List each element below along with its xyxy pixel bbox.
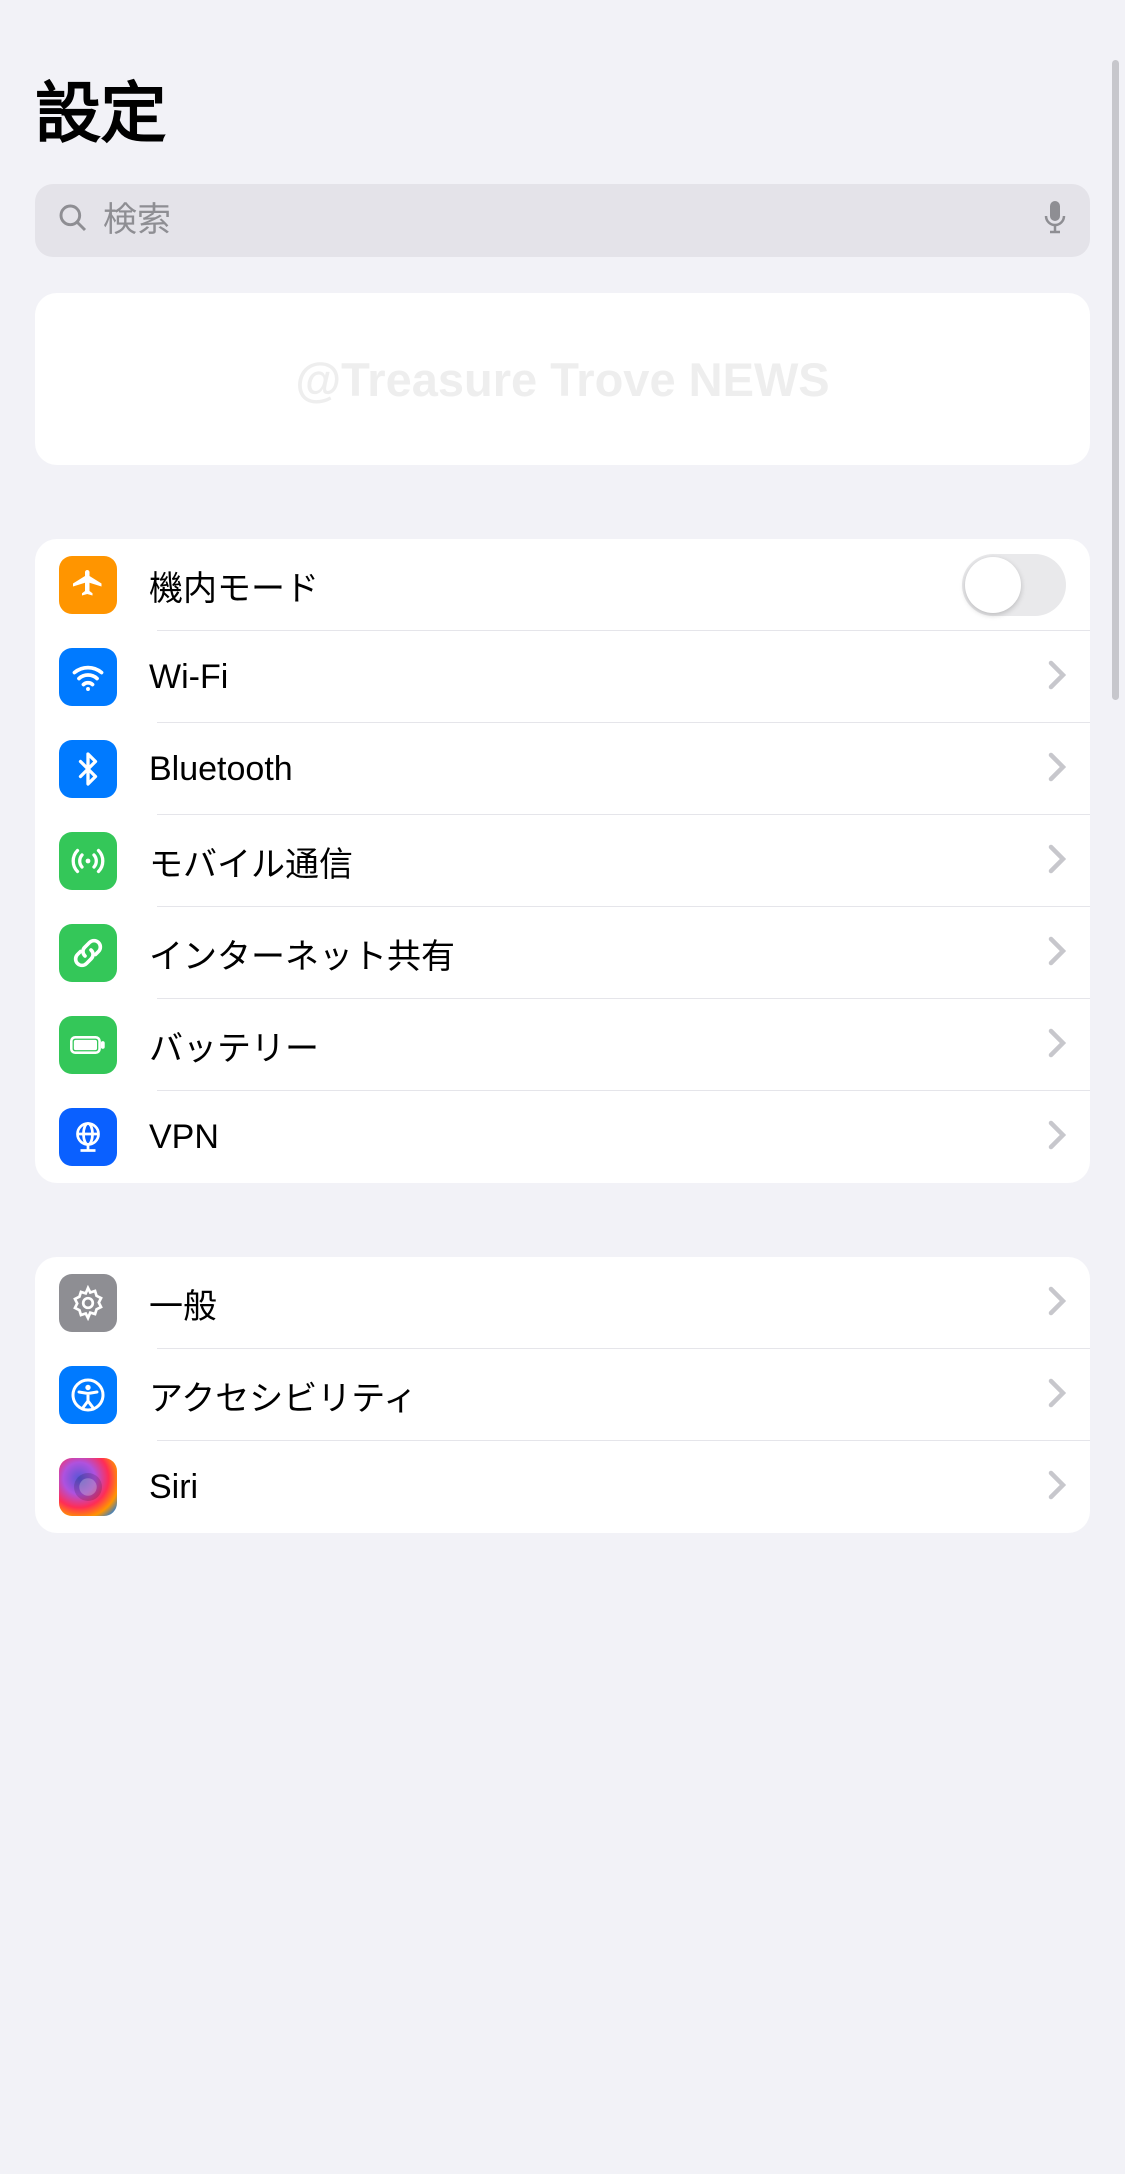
row-bluetooth[interactable]: Bluetooth (35, 723, 1090, 815)
chevron-right-icon (1048, 844, 1066, 879)
row-label: インターネット共有 (149, 929, 1048, 978)
chevron-right-icon (1048, 752, 1066, 787)
row-battery[interactable]: バッテリー (35, 999, 1090, 1091)
search-icon (57, 202, 103, 239)
row-label: アクセシビリティ (149, 1371, 1048, 1420)
search-input[interactable] (103, 201, 1042, 240)
row-cellular[interactable]: モバイル通信 (35, 815, 1090, 907)
row-accessibility[interactable]: アクセシビリティ (35, 1349, 1090, 1441)
antenna-icon (59, 832, 117, 890)
row-vpn[interactable]: VPN (35, 1091, 1090, 1183)
chevron-right-icon (1048, 1470, 1066, 1505)
wifi-icon (59, 648, 117, 706)
gear-icon (59, 1274, 117, 1332)
globe-icon (59, 1108, 117, 1166)
watermark-text: @Treasure Trove NEWS (295, 352, 829, 407)
row-label: Bluetooth (149, 750, 1048, 789)
row-personal-hotspot[interactable]: インターネット共有 (35, 907, 1090, 999)
settings-group-connectivity: 機内モード Wi-Fi (35, 539, 1090, 1183)
row-general[interactable]: 一般 (35, 1257, 1090, 1349)
scrollbar[interactable] (1112, 60, 1119, 700)
page-title: 設定 (35, 60, 1090, 156)
row-label: Siri (149, 1468, 1048, 1507)
profile-card[interactable]: @Treasure Trove NEWS (35, 293, 1090, 465)
chevron-right-icon (1048, 936, 1066, 971)
bluetooth-icon (59, 740, 117, 798)
chevron-right-icon (1048, 1028, 1066, 1063)
row-label: 機内モード (149, 561, 962, 610)
row-label: 一般 (149, 1279, 1048, 1328)
chevron-right-icon (1048, 1120, 1066, 1155)
row-label: VPN (149, 1118, 1048, 1157)
airplane-icon (59, 556, 117, 614)
siri-icon (59, 1458, 117, 1516)
chevron-right-icon (1048, 660, 1066, 695)
row-label: Wi-Fi (149, 658, 1048, 697)
row-siri[interactable]: Siri (35, 1441, 1090, 1533)
search-bar[interactable] (35, 184, 1090, 257)
airplane-toggle[interactable] (962, 554, 1066, 616)
link-icon (59, 924, 117, 982)
accessibility-icon (59, 1366, 117, 1424)
settings-group-general: 一般 アクセシビリティ (35, 1257, 1090, 1533)
battery-icon (59, 1016, 117, 1074)
row-label: バッテリー (149, 1021, 1048, 1070)
mic-icon[interactable] (1042, 200, 1068, 241)
chevron-right-icon (1048, 1286, 1066, 1321)
chevron-right-icon (1048, 1378, 1066, 1413)
row-airplane-mode[interactable]: 機内モード (35, 539, 1090, 631)
row-wifi[interactable]: Wi-Fi (35, 631, 1090, 723)
row-label: モバイル通信 (149, 837, 1048, 886)
